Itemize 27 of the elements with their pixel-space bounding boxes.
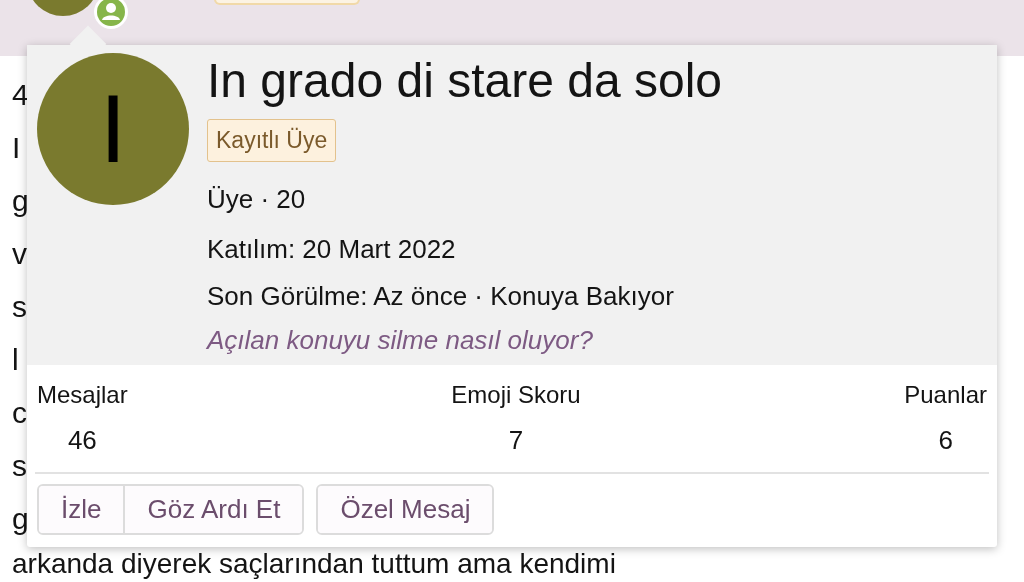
stat-value: 6	[938, 424, 953, 457]
post-text: g	[12, 183, 29, 219]
post-text: 4	[12, 77, 29, 113]
post-text: v	[12, 236, 27, 272]
action-button[interactable]: İzle	[39, 486, 124, 534]
member-role: Üye · 20	[207, 182, 307, 216]
stat-value: 46	[67, 424, 97, 457]
action-button[interactable]: Göz Ardı Et	[123, 486, 303, 534]
action-button[interactable]: Özel Mesaj	[318, 486, 493, 534]
member-name: In grado di stare da solo	[207, 53, 723, 109]
post-text: s	[12, 289, 27, 325]
post-text: arkanda diyerek saçlarından tuttum ama kendimi	[12, 547, 616, 579]
stat-label: Emoji Skoru	[451, 380, 581, 410]
avatar: I	[37, 53, 189, 205]
post-text: l	[12, 342, 19, 378]
user-status-icon	[93, 0, 129, 30]
stat-value: 7	[508, 424, 524, 457]
thread-link[interactable]: Açılan konuyu silme nasıl oluyor?	[207, 317, 593, 362]
post-text: g	[12, 501, 29, 537]
stat-label: Puanlar	[904, 380, 987, 410]
post-text: I	[12, 130, 21, 166]
member-badge: Kayıtlı Üye	[207, 119, 337, 162]
stat-label: Mesajlar	[37, 380, 128, 410]
post-text: c	[12, 395, 27, 431]
last-seen: Son Görülme: Az önce · Konuya Bakıyor Açılan konuyu silme nasıl oluyor?	[207, 273, 987, 362]
post-text: s	[12, 448, 27, 484]
join-date: Katılım: 20 Mart 2022	[207, 232, 457, 266]
